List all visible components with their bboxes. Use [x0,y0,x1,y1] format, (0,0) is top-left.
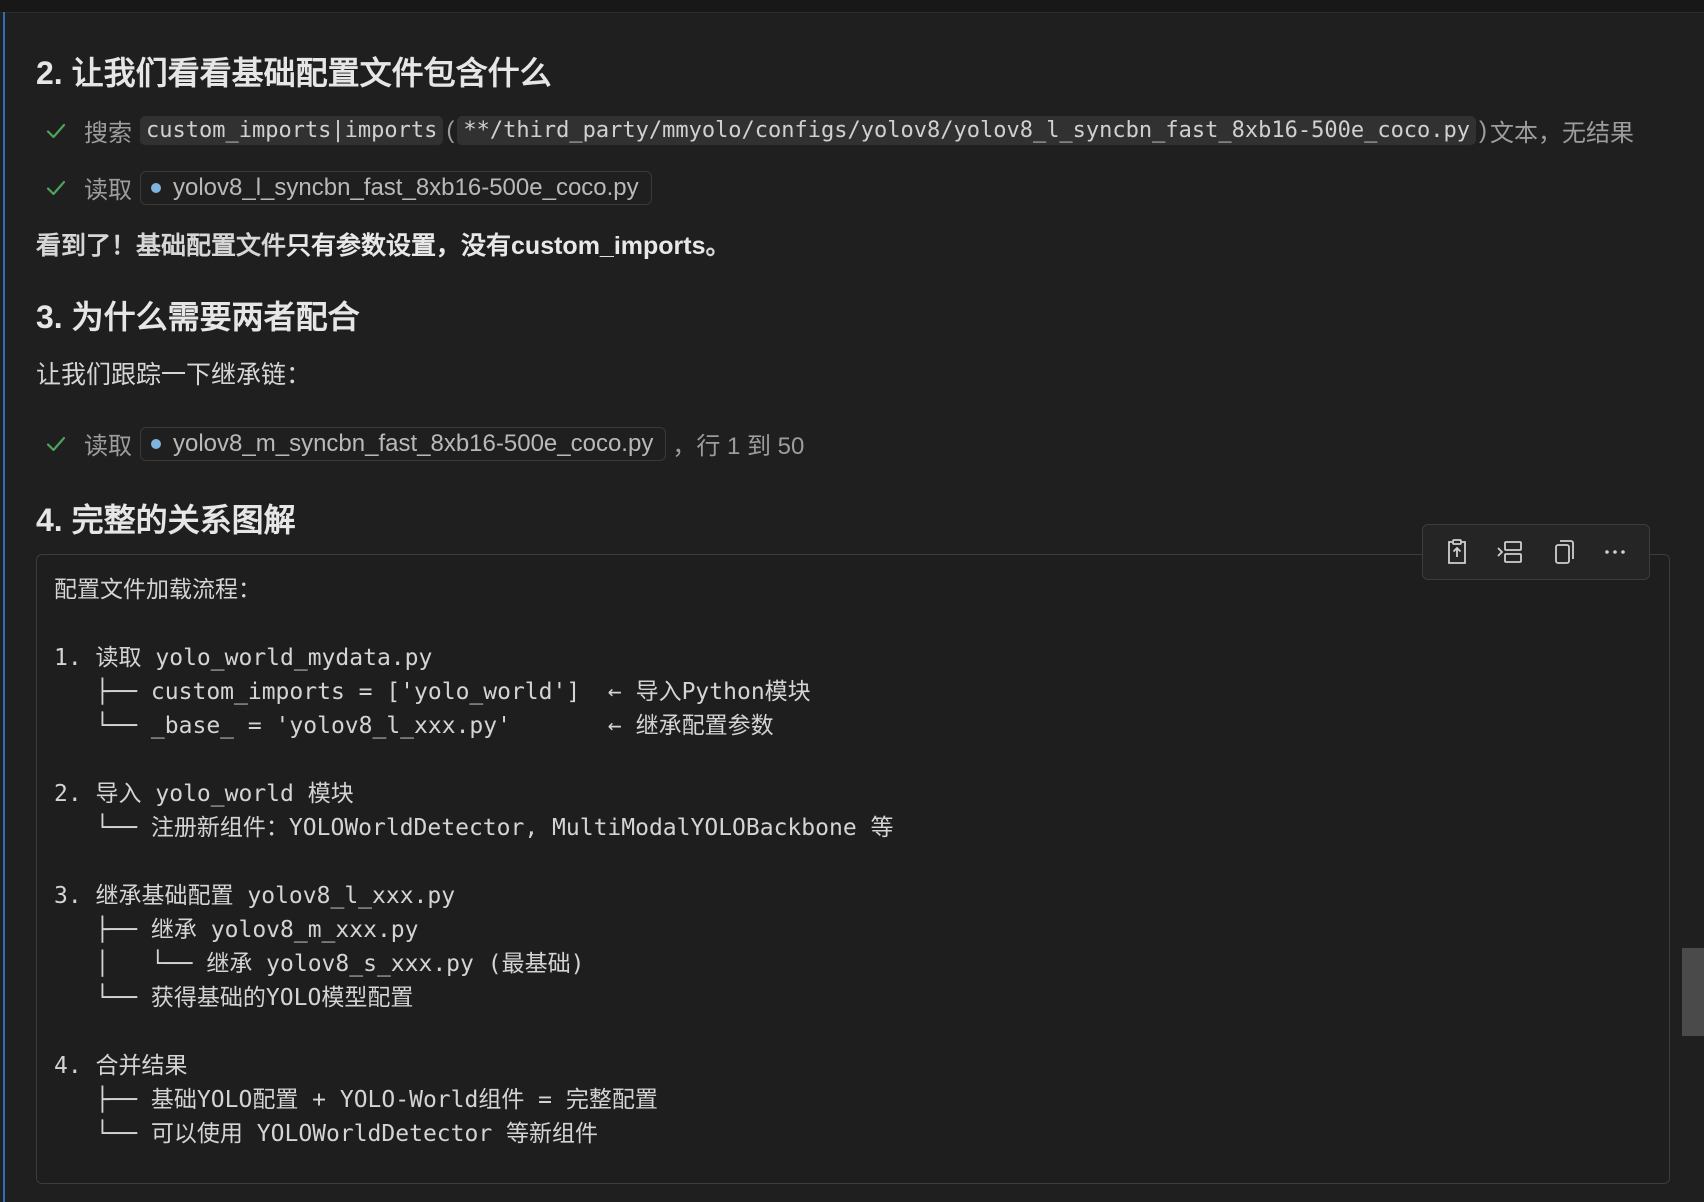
checkmark-icon [42,117,70,145]
line-range-text: ，行 1 到 50 [672,433,805,460]
insert-at-cursor-button[interactable] [1437,532,1477,572]
paragraph-base-config: 看到了！基础配置文件只有参数设置，没有custom_imports。 [36,226,731,262]
code-block[interactable]: 配置文件加载流程： 1. 读取 yolo_world_mydata.py ├──… [36,554,1670,1184]
search-query: custom_imports|imports [140,116,444,145]
search-step[interactable]: 搜索 custom_imports|imports ( **/third_par… [42,113,1634,148]
file-chip-yolov8-l[interactable]: yolov8_l_syncbn_fast_8xb16-500e_coco.py [140,170,652,205]
paragraph-trace: 让我们跟踪一下继承链： [36,361,312,389]
step-verb: 读取 [84,433,132,460]
file-chip-label: yolov8_l_syncbn_fast_8xb16-500e_coco.py [173,173,639,201]
scrollbar-thumb[interactable] [1682,948,1704,1036]
paragraph-prefix: 看到了！基础配置文件 [36,232,287,260]
section-heading-4: 4. 完整的关系图解 [36,502,296,538]
more-actions-button[interactable] [1595,532,1635,572]
paren-close: ) [1479,116,1488,144]
paren-open: ( [446,116,455,144]
search-path: **/third_party/mmyolo/configs/yolov8/yol… [457,116,1477,145]
section-heading-3: 3. 为什么需要两者配合 [36,299,360,335]
paragraph-bold: 只有参数设置，没有custom_imports [286,232,706,260]
copy-button[interactable] [1542,532,1582,572]
read-step-1: 读取 yolov8_l_syncbn_fast_8xb16-500e_coco.… [42,170,652,205]
search-result-text: 文本，无结果 [1490,120,1635,147]
step-verb: 读取 [84,177,132,204]
step-verb: 搜索 [84,120,132,147]
code-block-text: 配置文件加载流程： 1. 读取 yolo_world_mydata.py ├──… [54,577,894,1147]
left-accent-border [3,12,5,1202]
read-step-2: 读取 yolov8_m_syncbn_fast_8xb16-500e_coco.… [42,426,804,461]
checkmark-icon [42,430,70,458]
checkmark-icon [42,174,70,202]
more-actions-icon [1604,550,1625,554]
insert-into-terminal-button[interactable] [1490,532,1530,572]
insert-into-terminal-icon [1497,541,1522,563]
section-heading-2: 2. 让我们看看基础配置文件包含什么 [36,55,552,91]
file-chip-yolov8-m[interactable]: yolov8_m_syncbn_fast_8xb16-500e_coco.py [140,426,667,461]
file-chip-label: yolov8_m_syncbn_fast_8xb16-500e_coco.py [173,429,654,457]
python-file-icon [151,182,161,193]
paragraph-suffix: 。 [705,232,731,260]
python-file-icon [151,438,161,449]
insert-at-cursor-icon [1448,539,1467,564]
chat-response: 2. 让我们看看基础配置文件包含什么 搜索 custom_imports|imp… [36,12,1670,1202]
copy-icon [1555,540,1575,564]
code-block-toolbar [1422,524,1650,580]
